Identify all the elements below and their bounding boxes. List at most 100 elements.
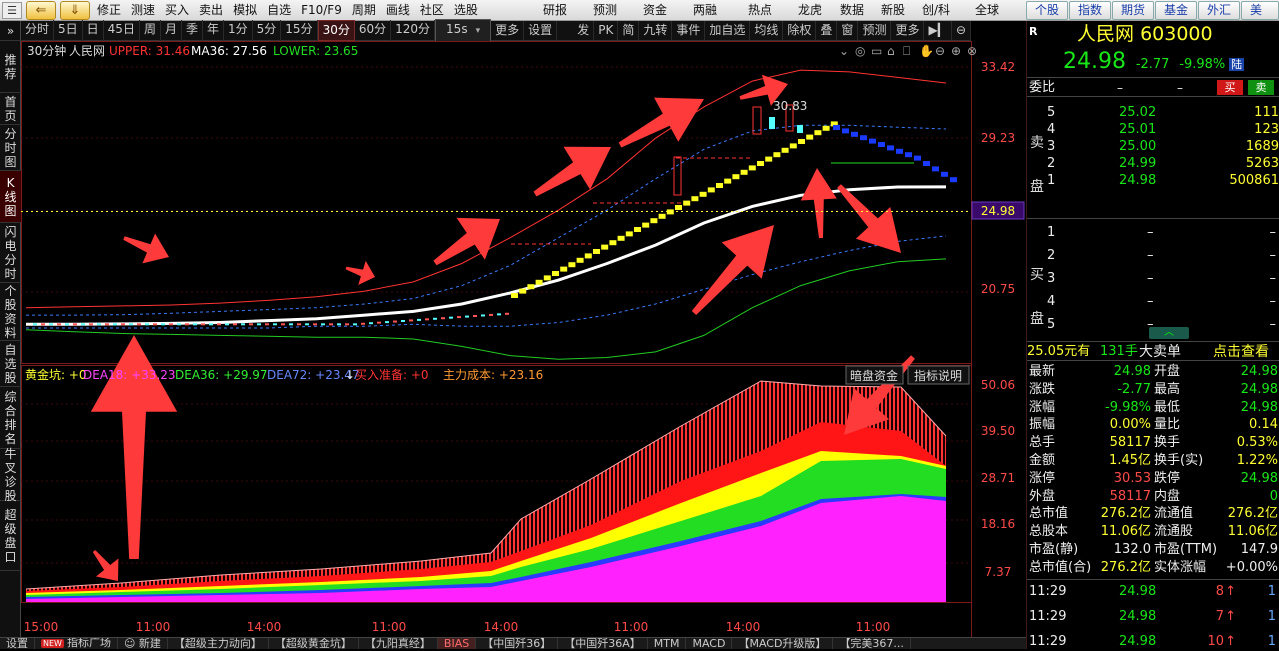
indicator-tab[interactable]: 【超级黄金坑】 (269, 638, 359, 649)
sell-level-row[interactable]: 4 25.01 123 (1027, 121, 1279, 139)
left-tab[interactable]: 综合排名 (0, 387, 21, 449)
market-switch-button[interactable]: 指数 (1069, 1, 1112, 20)
toolbar-item[interactable]: 卖出 (194, 0, 228, 20)
toolbar-right-item[interactable]: 全球 (970, 0, 1004, 20)
big-order-row[interactable]: 25.05元有 131手 大卖单 点击查看 (1027, 341, 1279, 361)
period-tab[interactable]: 60分 (355, 20, 392, 41)
period-tab[interactable]: 120分 (391, 20, 436, 41)
indicator-tab[interactable]: BIAS (437, 638, 477, 649)
left-tab[interactable]: 牛叉诊股 (0, 447, 21, 503)
left-tab[interactable]: K线图 (0, 171, 21, 223)
chart-tool-button[interactable]: 加自选 (705, 21, 751, 40)
toolbar-item[interactable]: 测速 (126, 0, 160, 20)
chart-tool-icon[interactable]: ⌄ (839, 44, 849, 58)
toolbar-item[interactable]: 自选 (262, 0, 296, 20)
chart-tool-button[interactable]: 均线 (750, 21, 784, 40)
toolbar-item[interactable]: F10/F9 (296, 0, 347, 20)
market-switch-button[interactable]: 外汇 (1198, 1, 1241, 20)
sell-level-row[interactable]: 3 25.00 1689 (1027, 138, 1279, 156)
buy-level-row[interactable]: 4 – – (1027, 293, 1279, 311)
period-tab[interactable]: 15分 (281, 20, 318, 41)
chart-tool-button[interactable]: 叠 (816, 21, 838, 40)
indicator-tab[interactable]: 【超级主力动向】 (168, 638, 269, 649)
period-tab[interactable]: 30分 (317, 20, 355, 41)
chart-tool-icon[interactable]: ⊕ (951, 44, 961, 58)
sell-level-row[interactable]: 5 25.02 111 (1027, 104, 1279, 122)
toolbar-right-item[interactable]: 热点 (743, 0, 777, 20)
chart-tool-icon[interactable]: ◎ (855, 44, 865, 58)
chart-tool-icon[interactable]: ⊖ (935, 44, 945, 58)
period-tab[interactable]: 月 (161, 20, 182, 41)
left-tab[interactable]: 首页 (0, 93, 21, 125)
chart-tool-icon[interactable]: ⊗ (967, 44, 977, 58)
chart-tool-button[interactable]: 窗 (837, 21, 859, 40)
indicator-tab[interactable]: 设置 (0, 638, 35, 649)
toolbar-right-item[interactable]: 两融 (688, 0, 722, 20)
next-arrow-icon[interactable]: ▶▎ (924, 21, 952, 40)
chart-tool-button[interactable]: PK (594, 21, 619, 40)
chart-tool-icon[interactable]: ✋ (919, 44, 934, 58)
market-switch-button[interactable]: 期货 (1112, 1, 1155, 20)
left-tab[interactable]: 超级盘口 (0, 501, 21, 571)
left-tab[interactable]: 自选股 (0, 341, 21, 387)
back-arrow-icon[interactable]: ⇐ (26, 0, 56, 20)
period-tab[interactable]: 年 (203, 20, 225, 41)
market-switch-button[interactable]: 个股 (1026, 1, 1069, 20)
chart-tool-button[interactable]: 九转 (639, 21, 673, 40)
collapse-icon[interactable]: ⊖ (952, 21, 971, 40)
sell-level-row[interactable]: 2 24.99 5263 (1027, 155, 1279, 173)
period-tab[interactable]: 5日 (54, 20, 83, 41)
window-menu-icon[interactable]: ☰ (2, 1, 22, 19)
period-extra-button[interactable]: 更多 (491, 21, 525, 40)
chart-tool-icon[interactable]: ⌂ (887, 44, 895, 58)
collapse-up-icon[interactable]: ︿ (1149, 327, 1189, 339)
indicator-tab[interactable]: ☺ 新建 (118, 638, 168, 649)
indicator-tab[interactable]: MTM (648, 638, 687, 649)
toolbar-right-item[interactable]: 创/科 (917, 0, 955, 20)
toolbar-right-item[interactable]: 数据 (835, 0, 869, 20)
chart-tool-button[interactable]: 发 (573, 21, 595, 40)
big-order-link[interactable]: 点击查看 (1213, 342, 1269, 362)
period-tab[interactable]: 分时 (21, 20, 55, 41)
toolbar-right-item[interactable]: 预测 (588, 0, 622, 20)
period-tab[interactable]: 45日 (104, 20, 140, 41)
buy-level-row[interactable]: 1 – – (1027, 224, 1279, 242)
period-tab[interactable]: 季 (182, 20, 203, 41)
kline-chart-area[interactable]: 30分钟 人民网 UPPER: 31.46 MA36: 27.56 LOWER:… (21, 41, 1026, 637)
chart-tool-icon[interactable]: ▭ (871, 44, 882, 58)
chart-tool-icon[interactable]: ⎕ (903, 44, 910, 58)
chart-tool-button[interactable]: 除权 (783, 21, 817, 40)
market-switch-button[interactable]: 美股 (1241, 1, 1279, 34)
market-switch-button[interactable]: 基金 (1155, 1, 1198, 20)
period-tab[interactable]: 1分 (224, 20, 253, 41)
chart-tool-button[interactable]: 更多 (891, 21, 925, 40)
chart-tool-button[interactable]: 简 (618, 21, 640, 40)
period-tab[interactable]: 周 (140, 20, 161, 41)
buy-level-row[interactable]: 3 – – (1027, 270, 1279, 288)
toolbar-right-item[interactable]: 龙虎 (793, 0, 827, 20)
toolbar-right-item[interactable]: 新股 (876, 0, 910, 20)
indicator-tab[interactable]: NEW 指标广场 (35, 638, 118, 649)
left-tab[interactable]: 推荐 (0, 41, 21, 93)
left-tab[interactable]: 分时图 (0, 125, 21, 171)
buy-level-row[interactable]: 2 – – (1027, 247, 1279, 265)
sell-level-row[interactable]: 1 24.98 500861 (1027, 172, 1279, 190)
toolbar-item[interactable]: 画线 (381, 0, 415, 20)
toolbar-item[interactable]: 社区 (415, 0, 449, 20)
forward-arrow-icon[interactable]: ⇓ (60, 0, 90, 20)
buy-button[interactable]: 买 (1217, 80, 1243, 95)
toolbar-item[interactable]: 买入 (160, 0, 194, 20)
period-tab[interactable]: 5分 (253, 20, 282, 41)
toolbar-right-item[interactable]: 资金 (638, 0, 672, 20)
indicator-tab[interactable]: 【中国歼36A】 (558, 638, 648, 649)
indicator-tab[interactable]: MACD (686, 638, 733, 649)
toolbar-item[interactable]: 修正 (92, 0, 126, 20)
period-select[interactable]: 15s (435, 19, 492, 42)
period-tab[interactable]: 日 (83, 20, 104, 41)
toolbar-item[interactable]: 模拟 (228, 0, 262, 20)
toolbar-right-item[interactable]: 研报 (538, 0, 572, 20)
indicator-tab[interactable]: 【完美367... (833, 638, 911, 649)
toolbar-item[interactable]: 选股 (449, 0, 483, 20)
chart-tool-button[interactable]: 事件 (672, 21, 706, 40)
toolbar-item[interactable]: 周期 (347, 0, 381, 20)
